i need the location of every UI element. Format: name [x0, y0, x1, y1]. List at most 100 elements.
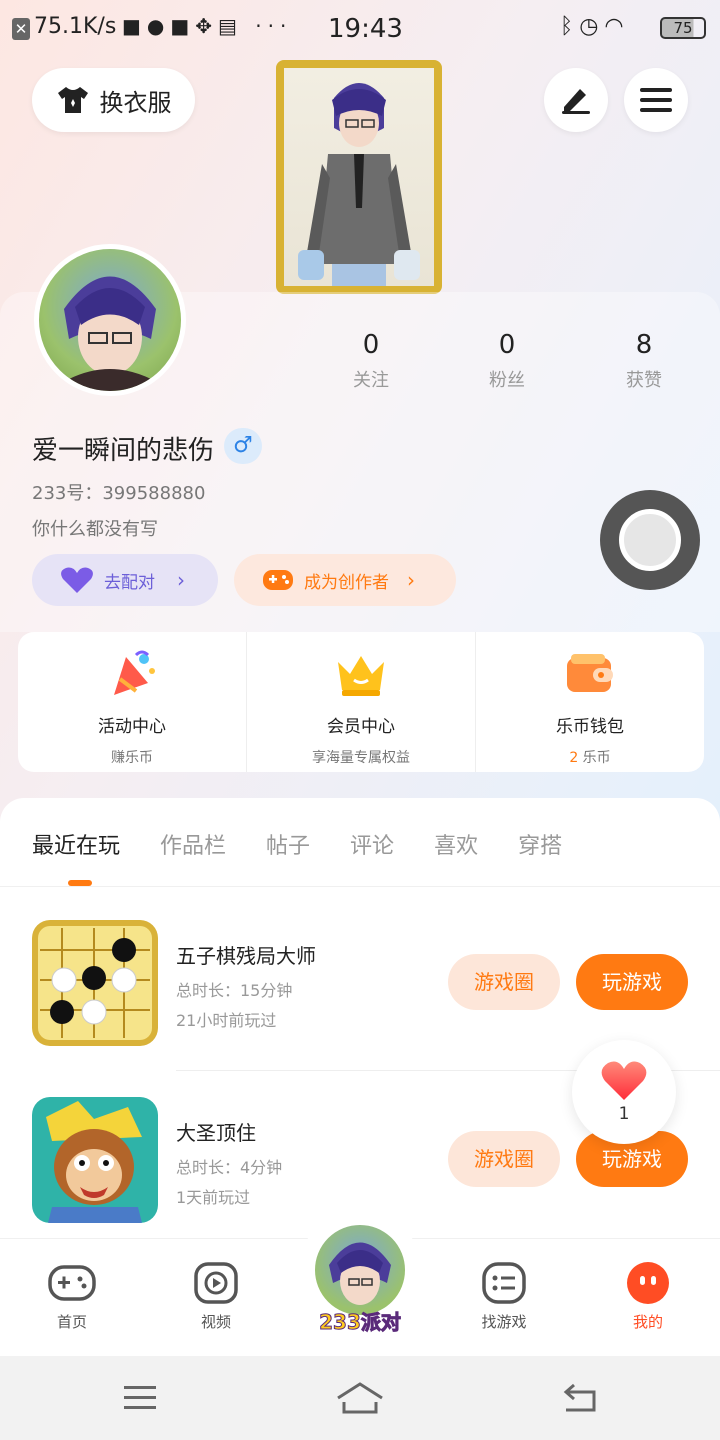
game-circle-button[interactable]: 游戏圈 [448, 1131, 560, 1187]
activity-center-item[interactable]: 活动中心 赚乐币 [18, 632, 247, 772]
shirt-icon [57, 87, 88, 113]
likes-label: 获赞 [626, 370, 662, 391]
hamburger-icon [640, 88, 672, 112]
recent-apps-icon[interactable] [122, 1384, 158, 1412]
tab-outfits[interactable]: 穿搭 [518, 828, 562, 860]
activity-center-title: 活动中心 [98, 717, 166, 737]
tab-divider [0, 886, 720, 887]
game-duration: 总时长：15分钟 [176, 981, 293, 1000]
profile-face-icon [624, 1261, 672, 1305]
become-creator-button[interactable]: 成为创作者 › [234, 554, 456, 606]
party-avatar-button[interactable] [312, 1222, 408, 1318]
tab-posts[interactable]: 帖子 [266, 828, 310, 860]
system-navigation-bar [0, 1356, 720, 1440]
stat-likes[interactable]: 8 获赞 [594, 330, 694, 392]
following-count: 0 [362, 330, 380, 360]
menu-button[interactable] [624, 68, 688, 132]
nav-video[interactable]: 视频 [166, 1261, 266, 1332]
game-last-played: 1天前玩过 [176, 1188, 251, 1207]
app-icon: ■ [170, 14, 196, 38]
status-bar: ✕ 75.1K/s ■●■✥▤ ··· 19:43 ᛒ◷◠ 75 [0, 0, 720, 58]
male-gender-icon: ♂ [224, 428, 262, 464]
go-match-button[interactable]: 去配对 › [32, 554, 218, 606]
avatar-showcase-frame[interactable] [276, 60, 442, 294]
party-avatar-image [329, 1242, 391, 1305]
stat-followers[interactable]: 0 粉丝 [457, 330, 557, 392]
game-duration: 总时长：4分钟 [176, 1158, 283, 1177]
floating-like-button[interactable]: 1 [572, 1040, 676, 1144]
network-speed: 75.1K/s [34, 14, 117, 39]
followers-label: 粉丝 [489, 370, 525, 391]
vip-center-item[interactable]: 会员中心 享海量专属权益 [247, 632, 476, 772]
coin-wallet-item[interactable]: 乐币钱包 2 乐币 [476, 632, 704, 772]
clock: 19:43 [328, 14, 403, 44]
go-match-label: 去配对 [104, 572, 155, 593]
tab-comments[interactable]: 评论 [350, 828, 394, 860]
username: 爱一瞬间的悲伤 [32, 436, 215, 466]
quick-menu-card: 活动中心 赚乐币 会员中心 享海量专属权益 乐币钱包 2 乐币 [18, 632, 704, 772]
vip-center-title: 会员中心 [327, 717, 395, 737]
system-icons: ᛒ◷◠ [560, 14, 630, 39]
edit-profile-button[interactable] [544, 68, 608, 132]
nav-find-games[interactable]: 找游戏 [454, 1261, 554, 1332]
notification-icons: ■●■✥▤ ··· [122, 14, 292, 38]
card-icon: ▤ [218, 14, 243, 38]
bluetooth-icon: ᛒ [560, 14, 580, 39]
pencil-icon [562, 89, 590, 114]
like-count: 1 [618, 1104, 630, 1124]
monkey-king-game-icon [32, 1097, 158, 1223]
gamepad-icon [48, 1261, 96, 1305]
tab-recent[interactable]: 最近在玩 [32, 828, 120, 860]
user-avatar[interactable] [34, 244, 186, 396]
home-icon[interactable] [334, 1380, 386, 1416]
wifi-icon: ◠ [604, 14, 630, 39]
chevron-right-icon: › [407, 568, 415, 592]
party-label: 233派对 [319, 1310, 402, 1335]
change-outfit-button[interactable]: 换衣服 [32, 68, 195, 132]
likes-count: 8 [635, 330, 653, 360]
game-name: 五子棋残局大师 [176, 944, 316, 968]
game-row[interactable]: 五子棋残局大师 总时长：15分钟 21小时前玩过 游戏圈 玩游戏 [32, 920, 692, 1050]
play-video-icon [192, 1261, 240, 1305]
more-notifications: ··· [255, 14, 293, 38]
following-label: 关注 [353, 370, 389, 391]
game-meta: 总时长：4分钟 1天前玩过 [176, 1153, 282, 1213]
game-meta: 总时长：15分钟 21小时前玩过 [176, 976, 292, 1036]
back-icon[interactable] [560, 1382, 600, 1414]
gamepad-icon [263, 570, 293, 590]
coin-unit: 乐币 [578, 750, 611, 766]
profile-tabs: 最近在玩 作品栏 帖子 评论 喜欢 穿搭 [32, 828, 562, 860]
change-outfit-label: 换衣服 [99, 88, 172, 117]
game-last-played: 21小时前玩过 [176, 1011, 277, 1030]
tab-works[interactable]: 作品栏 [160, 828, 226, 860]
game-name: 大圣顶住 [176, 1121, 256, 1145]
activity-center-sub: 赚乐币 [111, 750, 153, 766]
nav-me[interactable]: 我的 [598, 1261, 698, 1332]
nav-home[interactable]: 首页 [22, 1261, 122, 1332]
game-circle-button[interactable]: 游戏圈 [448, 954, 560, 1010]
floating-ball-center [619, 509, 681, 571]
alarm-icon: ◷ [579, 14, 605, 39]
list-icon [480, 1261, 528, 1305]
chevron-right-icon: › [177, 568, 185, 592]
user-id: 233号：399588880 [32, 483, 206, 504]
tab-likes[interactable]: 喜欢 [434, 828, 478, 860]
wallet-icon [562, 648, 618, 700]
close-notification-icon: ✕ [12, 18, 30, 40]
coin-wallet-title: 乐币钱包 [556, 717, 624, 737]
video-icon: ■ [122, 14, 147, 38]
nav-video-label: 视频 [200, 1313, 231, 1331]
coin-balance: 2 [569, 750, 579, 766]
nav-me-label: 我的 [632, 1313, 663, 1331]
gomoku-game-icon [32, 920, 158, 1046]
battery-indicator: 75 [660, 17, 706, 39]
floating-assistive-ball[interactable] [600, 490, 700, 590]
stat-following[interactable]: 0 关注 [321, 330, 421, 392]
avatar-character-image [298, 83, 420, 286]
play-game-button[interactable]: 玩游戏 [576, 954, 688, 1010]
user-bio: 你什么都没有写 [32, 519, 158, 540]
avatar-face-image [64, 276, 156, 391]
crown-icon [333, 648, 389, 700]
heart-icon [61, 567, 93, 593]
nav-find-games-label: 找游戏 [481, 1313, 527, 1331]
